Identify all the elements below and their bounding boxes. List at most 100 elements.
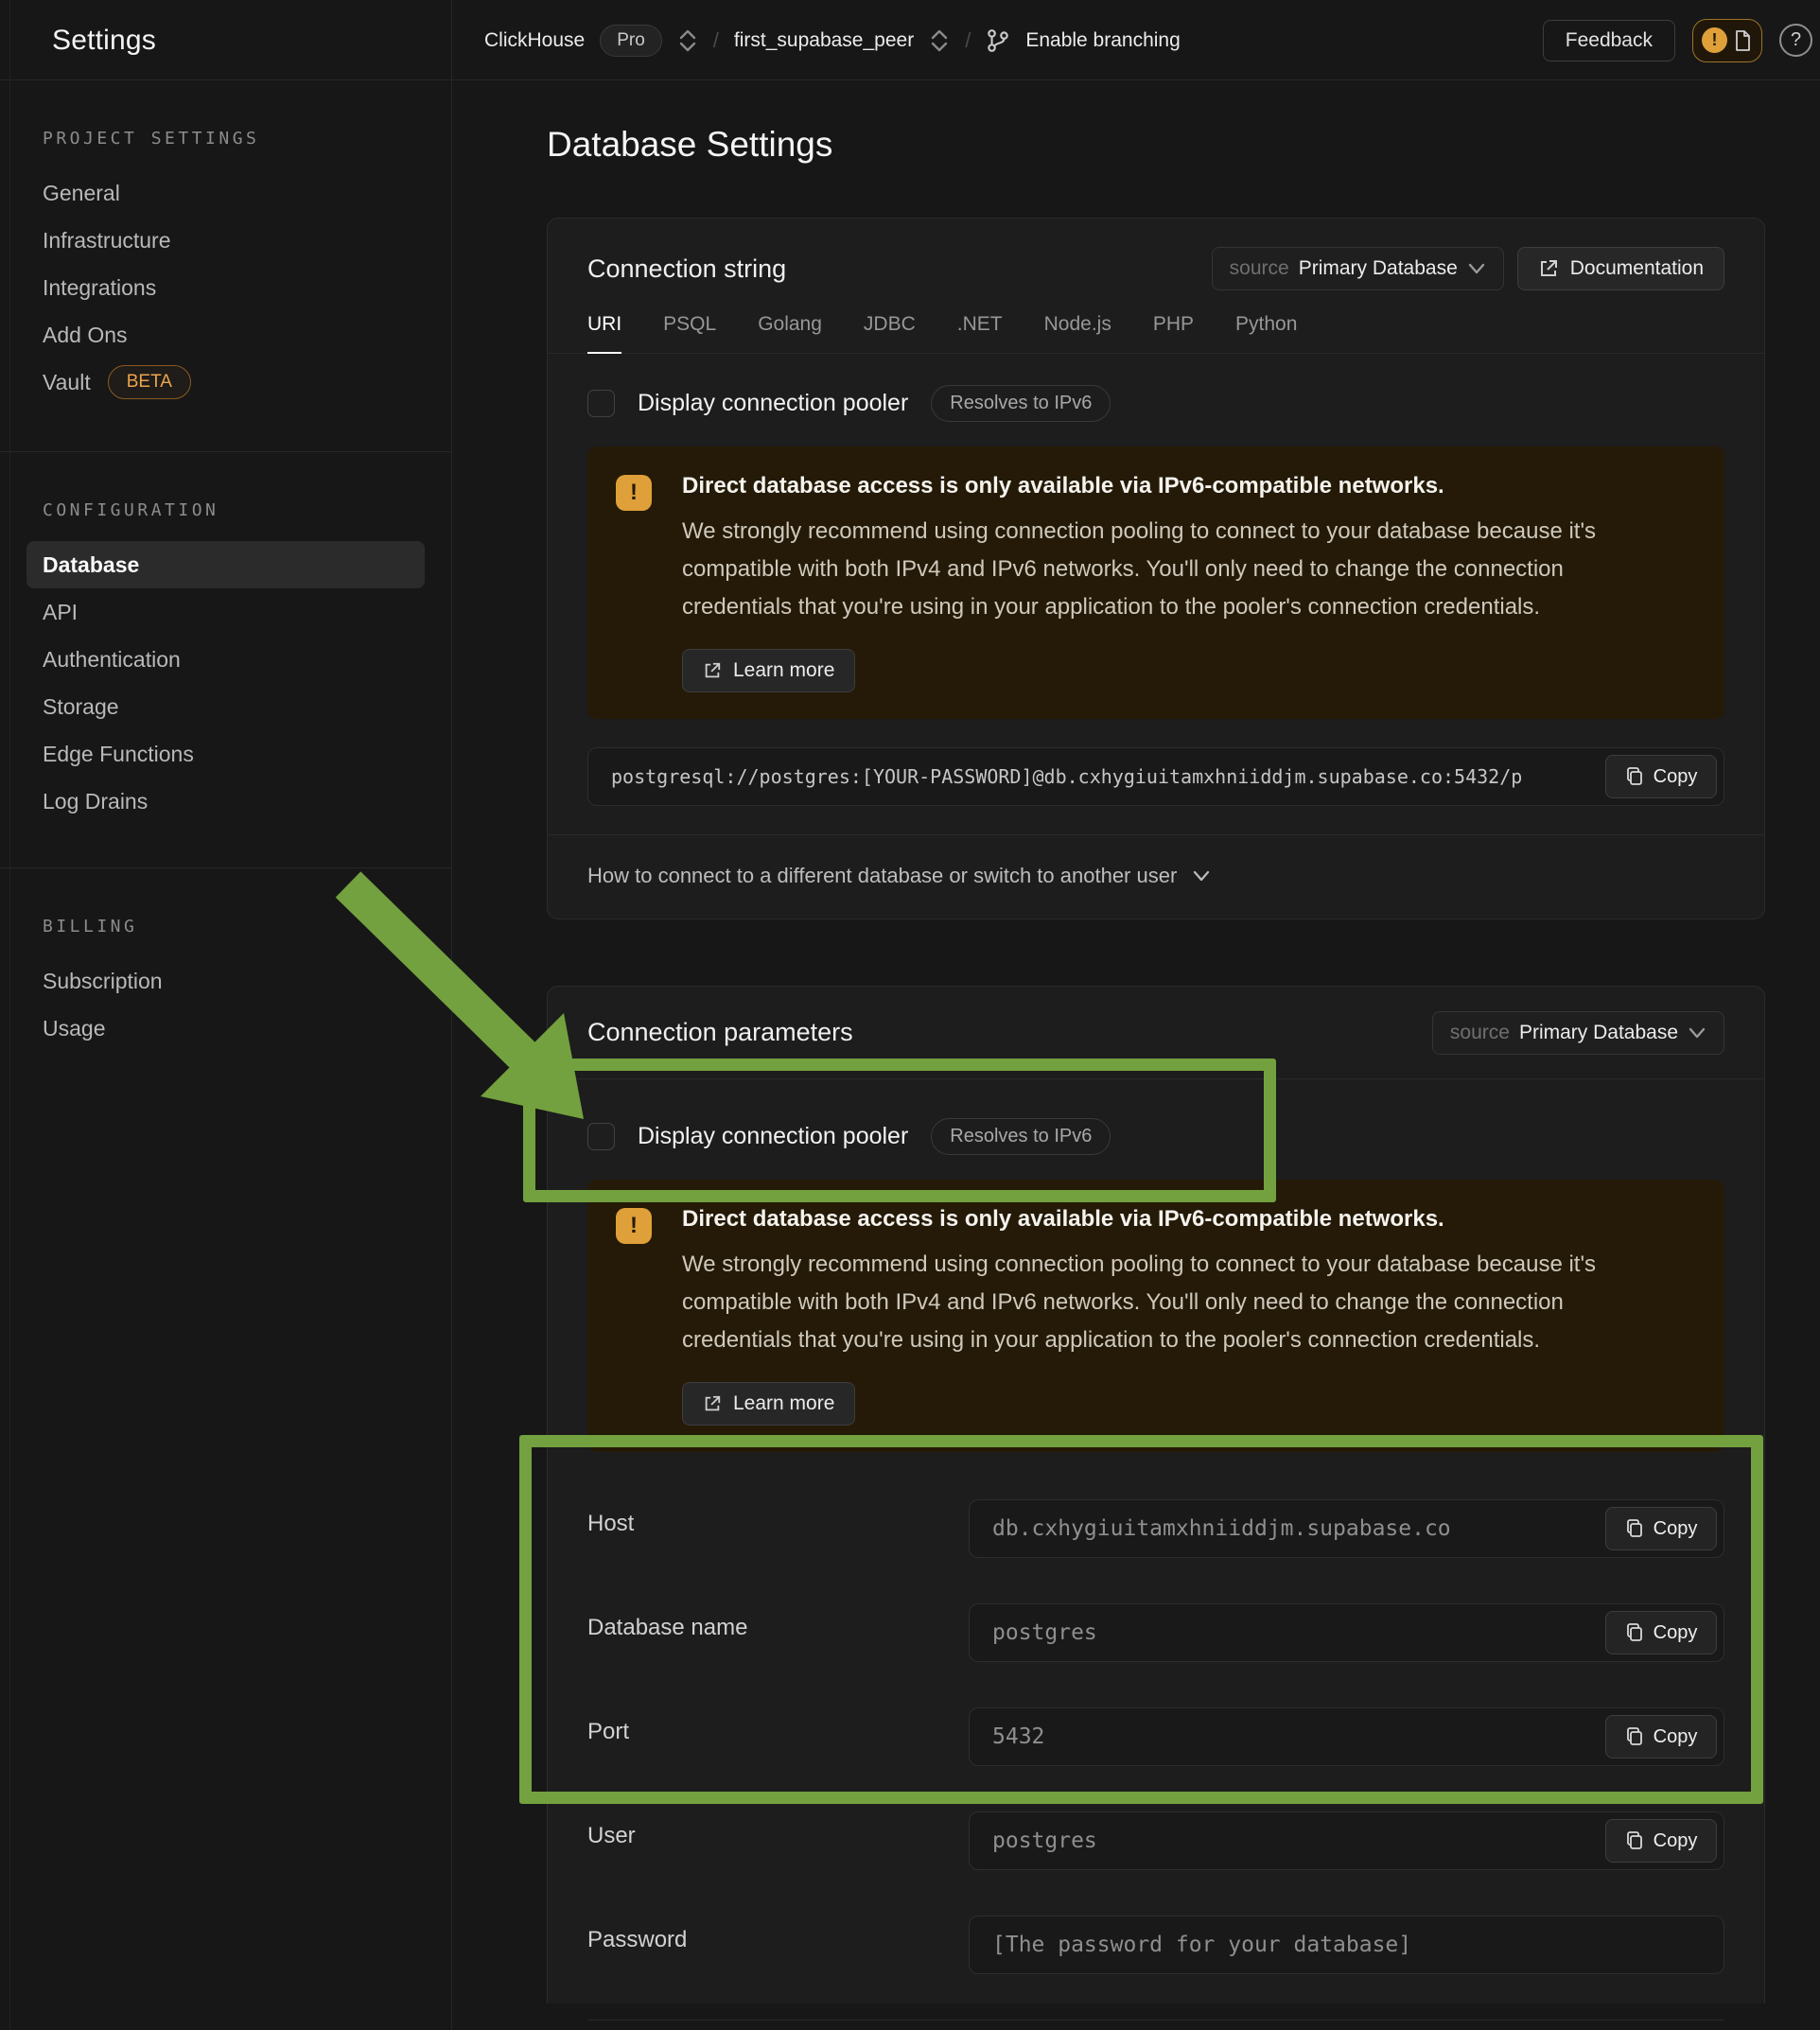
source-value: Primary Database: [1299, 257, 1458, 280]
alert-icon: !: [616, 475, 652, 511]
pooler-row: Display connection pooler Resolves to IP…: [587, 1117, 1724, 1155]
external-link-icon: [1538, 258, 1559, 279]
feedback-button[interactable]: Feedback: [1543, 20, 1675, 61]
sidebar-item-add-ons[interactable]: Add Ons: [26, 311, 425, 359]
sidebar-item-label: Vault: [43, 370, 91, 395]
copy-database-name-button[interactable]: Copy: [1605, 1611, 1717, 1654]
connection-parameters-header: Connection parameters source Primary Dat…: [548, 987, 1764, 1079]
field-label: User: [587, 1811, 969, 1870]
sidebar-item-database[interactable]: Database: [26, 541, 425, 588]
sidebar-item-edge-functions[interactable]: Edge Functions: [26, 730, 425, 778]
footer-toggle-label: How to connect to a different database o…: [587, 864, 1177, 888]
field-row-database-name: Database name postgres Copy: [587, 1603, 1724, 1662]
sidebar-item-api[interactable]: API: [26, 588, 425, 636]
header-actions: Feedback ! ?: [1543, 0, 1812, 80]
copy-icon: [1625, 1726, 1644, 1747]
org-switcher-chevrons-icon[interactable]: [677, 28, 698, 53]
connection-string-tabs: URI PSQL Golang JDBC .NET Node.js PHP Py…: [548, 313, 1764, 354]
tab-uri[interactable]: URI: [587, 313, 621, 354]
port-value-box: 5432 Copy: [969, 1707, 1724, 1766]
sidebar-item-usage[interactable]: Usage: [26, 1005, 425, 1052]
copy-icon: [1625, 1622, 1644, 1643]
notifications-button[interactable]: !: [1692, 19, 1762, 62]
copy-label: Copy: [1654, 1622, 1698, 1644]
sidebar-item-integrations[interactable]: Integrations: [26, 264, 425, 311]
copy-host-button[interactable]: Copy: [1605, 1507, 1717, 1550]
pooler-label: Display connection pooler: [638, 1123, 908, 1150]
breadcrumb-project[interactable]: first_supabase_peer: [734, 29, 914, 52]
enable-branching-button[interactable]: Enable branching: [1025, 29, 1180, 52]
tab-php[interactable]: PHP: [1153, 313, 1194, 353]
tab-golang[interactable]: Golang: [758, 313, 822, 353]
copy-icon: [1625, 766, 1644, 787]
sidebar-item-authentication[interactable]: Authentication: [26, 636, 425, 683]
page-title: Settings: [52, 25, 156, 57]
host-value-box: db.cxhygiuitamxhniiddjm.supabase.co Copy: [969, 1499, 1724, 1558]
password-value-box[interactable]: [The password for your database]: [969, 1916, 1724, 1974]
resolves-to-ipv6-badge: Resolves to IPv6: [931, 385, 1111, 422]
learn-more-label: Learn more: [733, 659, 834, 682]
help-button[interactable]: ?: [1779, 24, 1812, 57]
tab-python[interactable]: Python: [1235, 313, 1297, 353]
user-value-box: postgres Copy: [969, 1811, 1724, 1870]
field-label: Host: [587, 1499, 969, 1558]
chevron-down-icon: [1192, 869, 1211, 883]
connection-string-card: Connection string source Primary Databas…: [547, 218, 1765, 919]
sidebar-item-general[interactable]: General: [26, 169, 425, 217]
field-label: Database name: [587, 1603, 969, 1662]
source-select[interactable]: source Primary Database: [1432, 1011, 1724, 1055]
copy-label: Copy: [1654, 766, 1698, 788]
chevron-down-icon: [1467, 262, 1486, 275]
documentation-button[interactable]: Documentation: [1517, 247, 1724, 290]
tab-psql[interactable]: PSQL: [663, 313, 716, 353]
resolves-to-ipv6-badge: Resolves to IPv6: [931, 1118, 1111, 1155]
tab-jdbc[interactable]: JDBC: [864, 313, 916, 353]
ipv6-notice: ! Direct database access is only availab…: [587, 1180, 1724, 1452]
learn-more-button[interactable]: Learn more: [682, 649, 855, 692]
sidebar-item-storage[interactable]: Storage: [26, 683, 425, 730]
connection-string-footer[interactable]: How to connect to a different database o…: [548, 834, 1764, 919]
card-title: Connection parameters: [587, 1018, 853, 1047]
app-root: Settings ClickHouse Pro / first_supabase…: [0, 0, 1820, 2030]
tab-nodejs[interactable]: Node.js: [1044, 313, 1111, 353]
project-switcher-chevrons-icon[interactable]: [929, 28, 950, 53]
beta-badge: BETA: [108, 365, 191, 399]
ipv6-notice: ! Direct database access is only availab…: [587, 446, 1724, 719]
copy-label: Copy: [1654, 1830, 1698, 1852]
learn-more-label: Learn more: [733, 1392, 834, 1415]
chevron-down-icon: [1688, 1026, 1706, 1040]
field-row-password: Password [The password for your database…: [587, 1916, 1724, 1974]
sidebar-item-infrastructure[interactable]: Infrastructure: [26, 217, 425, 264]
tab-dotnet[interactable]: .NET: [957, 313, 1003, 353]
source-select[interactable]: source Primary Database: [1212, 247, 1504, 290]
sidebar-item-subscription[interactable]: Subscription: [26, 957, 425, 1005]
sidebar-item-log-drains[interactable]: Log Drains: [26, 778, 425, 825]
external-link-icon: [703, 1394, 722, 1413]
copy-port-button[interactable]: Copy: [1605, 1715, 1717, 1759]
notice-title: Direct database access is only available…: [682, 473, 1647, 499]
copy-icon: [1625, 1518, 1644, 1539]
configuration-list: Database API Authentication Storage Edge…: [26, 541, 425, 825]
display-connection-pooler-checkbox[interactable]: [587, 1123, 615, 1150]
git-branch-icon: [986, 27, 1010, 54]
header-settings-panel: Settings: [0, 0, 452, 80]
header-controls: source Primary Database Documentation: [1212, 247, 1724, 290]
copy-uri-button[interactable]: Copy: [1605, 755, 1717, 798]
learn-more-button[interactable]: Learn more: [682, 1382, 855, 1426]
copy-user-button[interactable]: Copy: [1605, 1819, 1717, 1863]
sidebar-divider: [0, 867, 451, 868]
card-title: Connection string: [587, 254, 786, 284]
password-placeholder: [The password for your database]: [970, 1916, 1724, 1973]
breadcrumb: ClickHouse Pro / first_supabase_peer / E…: [484, 0, 1181, 80]
notice-title: Direct database access is only available…: [682, 1206, 1647, 1233]
display-connection-pooler-checkbox[interactable]: [587, 390, 615, 417]
section-heading-configuration: CONFIGURATION: [43, 499, 425, 522]
plan-badge: Pro: [600, 25, 662, 57]
field-row-port: Port 5432 Copy: [587, 1707, 1724, 1766]
sidebar-item-vault[interactable]: Vault BETA: [26, 359, 425, 406]
alert-icon: !: [616, 1208, 652, 1244]
breadcrumb-org[interactable]: ClickHouse: [484, 29, 585, 52]
section-divider: [587, 2020, 1724, 2021]
connection-uri-value: postgresql://postgres:[YOUR-PASSWORD]@db…: [588, 748, 1724, 805]
field-label: Password: [587, 1916, 969, 1974]
